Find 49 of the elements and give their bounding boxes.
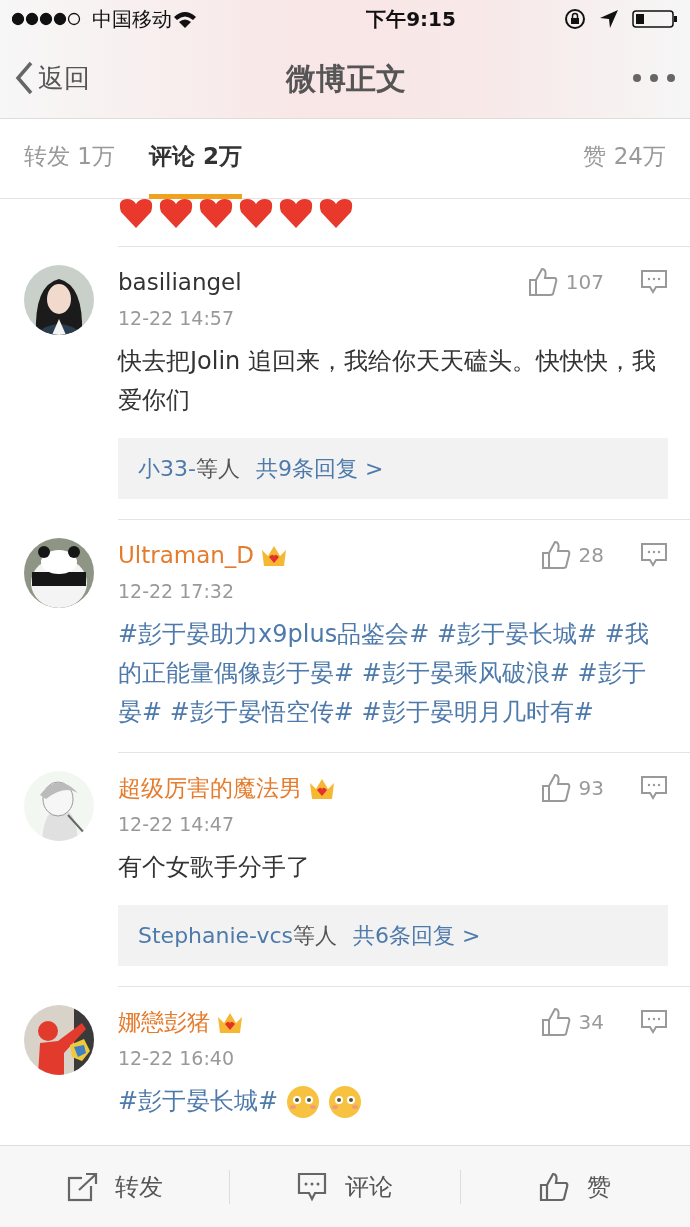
share-icon <box>66 1171 99 1202</box>
back-button[interactable]: 返回 <box>14 58 90 98</box>
user-name: basiliangel <box>118 268 242 297</box>
comment-icon[interactable] <box>640 1009 668 1036</box>
comment-icon <box>297 1171 329 1202</box>
comment-icon[interactable] <box>640 269 668 296</box>
status-time: 下午9:15 <box>365 6 456 33</box>
comment-icon[interactable] <box>640 542 668 569</box>
heart-icon <box>238 199 274 229</box>
replies-link[interactable]: 小33-等人 共9条回复 > <box>118 438 668 499</box>
thumbs-up-icon <box>540 540 571 571</box>
comment-time: 12-22 14:47 <box>118 811 235 837</box>
toolbar-button[interactable]: 评论 <box>230 1145 460 1227</box>
rotation-lock-icon <box>564 8 586 30</box>
carrier-name: 中国移动 <box>92 6 172 33</box>
location-arrow-icon <box>598 8 620 30</box>
more-icon[interactable] <box>632 73 676 83</box>
like-count: 34 <box>578 1009 604 1037</box>
battery-icon <box>632 9 678 29</box>
thumbs-up-icon <box>540 1007 571 1038</box>
heart-icon <box>198 199 234 229</box>
thumbs-up-icon <box>527 267 558 298</box>
thumbs-up-icon <box>540 773 571 804</box>
comment-time: 12-22 16:40 <box>118 1045 235 1071</box>
smiley-emoji-icon <box>286 1084 321 1119</box>
comment-text: 有个女歌手分手了 <box>118 852 310 883</box>
heart-icon <box>278 199 314 229</box>
comment-icon[interactable] <box>640 775 668 802</box>
like-count: 28 <box>578 542 604 570</box>
smiley-emoji-icon <box>328 1084 363 1119</box>
comment-text: 快去把Jolin 追回来，我给你天天磕头。快快快，我爱你们 <box>118 346 657 416</box>
toolbar-button[interactable]: 转发 <box>0 1145 230 1227</box>
heart-icon <box>318 199 354 229</box>
wifi-icon <box>172 9 198 29</box>
page-title: 微博正文 <box>286 59 407 98</box>
back-chevron-icon <box>14 61 34 95</box>
user-name: 超级厉害的魔法男 <box>118 774 302 803</box>
topic-text: #彭于晏长城# <box>118 1086 279 1117</box>
topic-text: #彭于晏助力x9plus品鉴会# #彭于晏长城# #我的正能量偶像彭于晏# #彭于晏乘风破浪# #彭于晏# #彭于晏悟空传# #彭于晏明月几时有# <box>118 619 650 728</box>
comment-time: 12-22 14:57 <box>118 305 235 331</box>
heart-icon <box>158 199 194 229</box>
like-count: 107 <box>565 269 604 297</box>
user-name: Ultraman_D <box>118 541 255 570</box>
replies-link[interactable]: Stephanie-vcs等人 共6条回复 > <box>118 905 668 966</box>
user-name: 娜戀彭猪 <box>118 1008 210 1037</box>
comment-time: 12-22 17:32 <box>118 578 235 604</box>
like-count: 93 <box>578 775 604 803</box>
toolbar-button[interactable]: 赞 <box>460 1145 690 1227</box>
heart-icon <box>118 199 154 229</box>
